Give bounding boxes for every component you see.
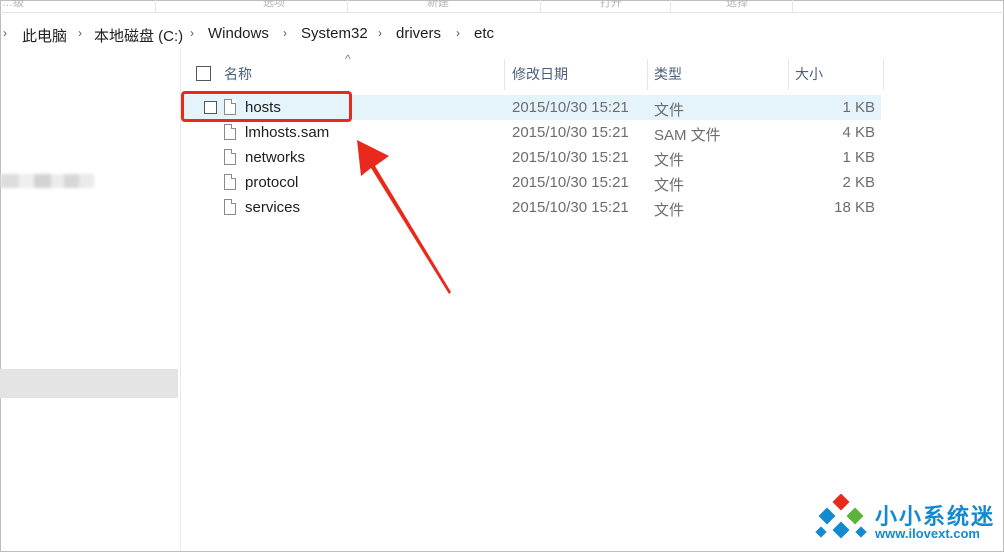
watermark-url: www.ilovext.com — [875, 526, 980, 541]
annotation-arrow — [357, 140, 451, 294]
watermark-logo-icon — [815, 493, 867, 539]
watermark: 小小系统迷 www.ilovext.com — [815, 493, 995, 546]
